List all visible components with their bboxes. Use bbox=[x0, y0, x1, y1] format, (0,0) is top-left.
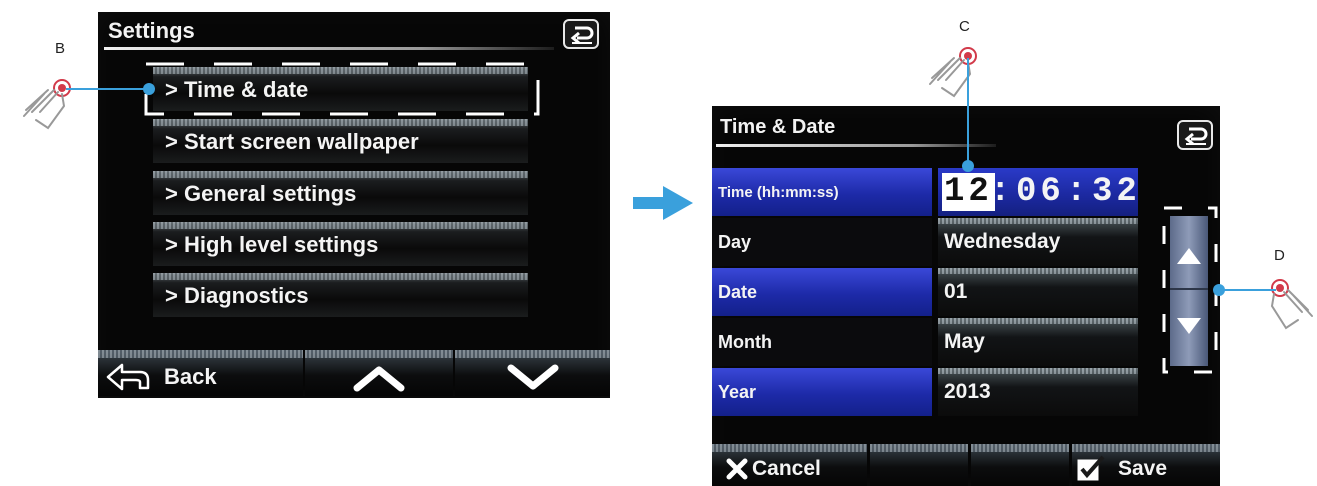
callout-line-d bbox=[1218, 289, 1276, 291]
month-value-cell[interactable]: May bbox=[938, 318, 1138, 366]
menu-item-label: > Start screen wallpaper bbox=[165, 129, 419, 154]
scroll-up-button[interactable] bbox=[305, 350, 453, 396]
callout-label-c: C bbox=[959, 18, 970, 35]
settings-return-button[interactable] bbox=[563, 19, 599, 49]
save-button[interactable]: Save bbox=[1072, 444, 1220, 486]
chevron-up-icon bbox=[353, 366, 405, 392]
time-date-title: Time & Date bbox=[720, 116, 836, 138]
return-icon bbox=[1184, 127, 1208, 146]
day-label-cell: Day bbox=[712, 218, 932, 266]
menu-item-diagnostics[interactable]: > Diagnostics bbox=[153, 273, 528, 317]
touch-hand-icon bbox=[929, 47, 977, 98]
cancel-button[interactable]: Cancel bbox=[712, 444, 867, 486]
date-value: 01 bbox=[944, 280, 968, 303]
time-value-cell[interactable]: 12 : 06 : 32 bbox=[938, 168, 1138, 216]
settings-title-underline bbox=[104, 47, 554, 50]
close-icon bbox=[726, 458, 748, 480]
day-label: Day bbox=[718, 232, 752, 252]
callout-line-b bbox=[66, 88, 148, 90]
time-separator: : bbox=[1066, 173, 1087, 211]
month-value: May bbox=[944, 330, 985, 353]
callout-label-d: D bbox=[1274, 247, 1285, 264]
menu-item-label: > Diagnostics bbox=[165, 283, 309, 308]
time-label-cell: Time (hh:mm:ss) bbox=[712, 168, 932, 216]
callout-label-b: B bbox=[55, 40, 66, 57]
time-date-return-button[interactable] bbox=[1177, 120, 1213, 150]
back-arrow-icon bbox=[106, 363, 150, 391]
transition-arrow-icon bbox=[633, 186, 693, 220]
menu-item-label: > General settings bbox=[165, 181, 357, 206]
back-button[interactable]: Back bbox=[98, 350, 303, 396]
month-label: Month bbox=[718, 332, 772, 352]
day-value: Wednesday bbox=[944, 230, 1061, 253]
time-label: Time (hh:mm:ss) bbox=[718, 184, 839, 201]
menu-item-general-settings[interactable]: > General settings bbox=[153, 171, 528, 215]
time-second-field[interactable]: 32 bbox=[1092, 173, 1141, 211]
return-icon bbox=[570, 26, 594, 45]
time-date-title-underline bbox=[716, 144, 996, 147]
scroll-down-button[interactable] bbox=[455, 350, 610, 396]
menu-item-start-screen-wallpaper[interactable]: > Start screen wallpaper bbox=[153, 119, 528, 163]
year-value: 2013 bbox=[944, 380, 991, 403]
settings-screen: Settings > Time & date > Start screen wa… bbox=[98, 12, 610, 398]
year-label: Year bbox=[718, 382, 757, 402]
touch-hand-icon bbox=[23, 79, 71, 130]
footer-blank-button-1 bbox=[870, 444, 968, 486]
footer-blank-button-2 bbox=[971, 444, 1069, 486]
callout-dot-c bbox=[962, 160, 974, 172]
save-label: Save bbox=[1118, 457, 1168, 480]
back-label: Back bbox=[164, 364, 217, 389]
day-value-cell[interactable]: Wednesday bbox=[938, 218, 1138, 266]
date-value-cell[interactable]: 01 bbox=[938, 268, 1138, 316]
time-minute-field[interactable]: 06 bbox=[1016, 173, 1065, 211]
touch-hand-icon bbox=[1270, 279, 1313, 330]
time-separator: : bbox=[990, 173, 1011, 211]
callout-dot-d bbox=[1213, 284, 1225, 296]
checkbox-checked-icon bbox=[1077, 455, 1105, 481]
menu-item-label: > High level settings bbox=[165, 232, 379, 257]
chevron-down-icon bbox=[507, 364, 559, 390]
menu-item-high-level-settings[interactable]: > High level settings bbox=[153, 222, 528, 266]
date-label-cell: Date bbox=[712, 268, 932, 316]
month-label-cell: Month bbox=[712, 318, 932, 366]
callout-line-c bbox=[967, 58, 969, 166]
time-hour-field[interactable]: 12 bbox=[942, 173, 995, 211]
selection-highlight bbox=[144, 62, 540, 116]
date-label: Date bbox=[718, 282, 758, 302]
year-value-cell[interactable]: 2013 bbox=[938, 368, 1138, 416]
year-label-cell: Year bbox=[712, 368, 932, 416]
spinner-highlight bbox=[1162, 206, 1218, 374]
settings-title: Settings bbox=[108, 18, 195, 43]
callout-dot-b bbox=[143, 83, 155, 95]
cancel-label: Cancel bbox=[752, 457, 821, 480]
